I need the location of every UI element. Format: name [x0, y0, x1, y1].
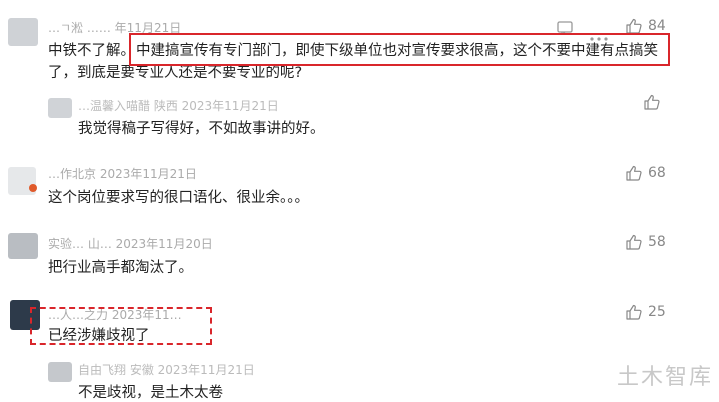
comment-text: 不是歧视，是土木太卷: [78, 385, 223, 401]
like-button[interactable]: 68: [626, 165, 666, 181]
comment-text: 把行业高手都淘汰了。: [48, 260, 193, 276]
like-count: 25: [648, 304, 666, 320]
comment-text: 这个岗位要求写的很口语化、很业余。。。: [48, 190, 309, 206]
like-button[interactable]: 58: [626, 234, 666, 250]
comment-text: 我觉得稿子写得好，不如故事讲的好。: [78, 121, 325, 137]
avatar[interactable]: [48, 362, 72, 382]
like-button[interactable]: 25: [626, 304, 666, 320]
comment-meta: …作北京 2023年11月21日: [48, 167, 197, 181]
highlight-box-dashed: [30, 307, 212, 345]
highlight-box: [129, 33, 670, 66]
like-count: 84: [648, 18, 666, 34]
like-count: 58: [648, 234, 666, 250]
avatar[interactable]: [48, 98, 72, 118]
comment-meta: 实验… 山… 2023年11月20日: [48, 237, 213, 251]
comment-text: 中铁不了解。: [48, 43, 135, 59]
like-button[interactable]: 84: [626, 18, 666, 34]
like-button[interactable]: [644, 94, 660, 110]
comment-meta: …温馨入喵醋 陕西 2023年11月21日: [78, 99, 279, 113]
watermark: 土木智库: [616, 365, 713, 390]
avatar-dot: [29, 184, 37, 192]
avatar[interactable]: [8, 233, 38, 259]
like-count: 68: [648, 165, 666, 181]
comment-meta: 自由飞翔 安徽 2023年11月21日: [78, 363, 255, 377]
avatar[interactable]: [8, 18, 38, 46]
